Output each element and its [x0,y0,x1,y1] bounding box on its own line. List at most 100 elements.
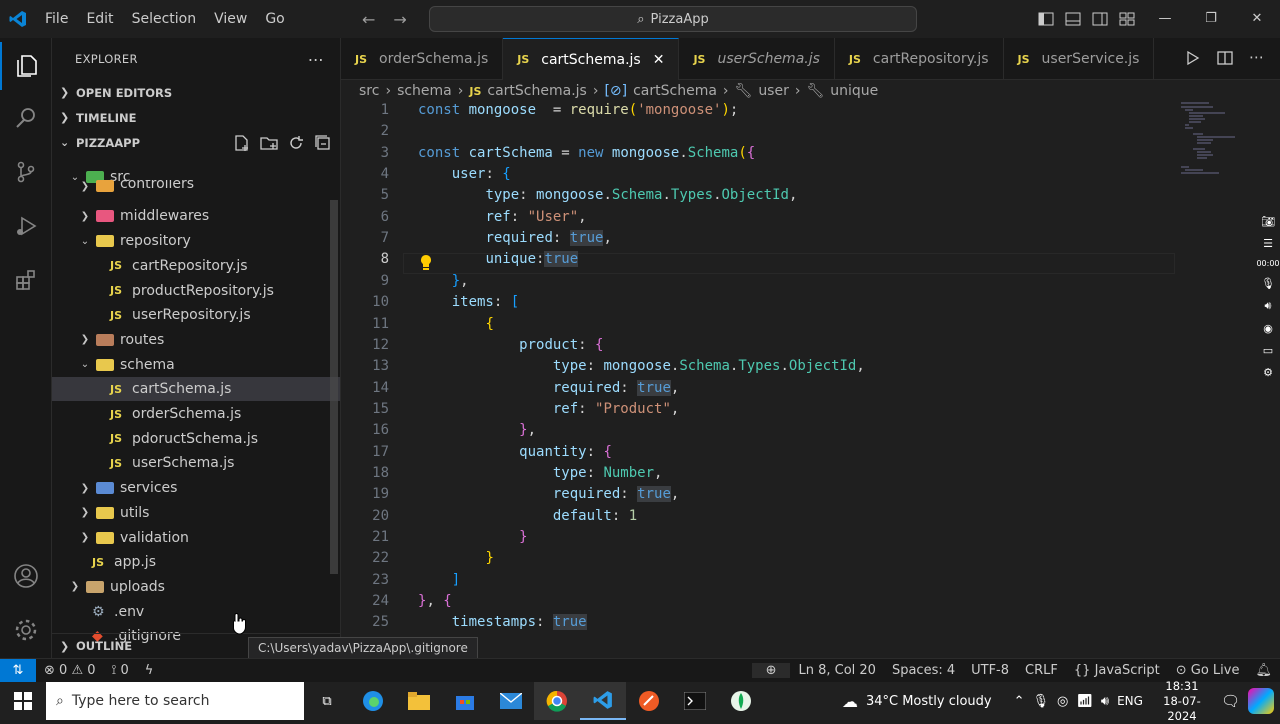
taskbar-search[interactable]: ⌕ Type here to search [46,682,304,720]
code-line[interactable]: } [418,529,527,545]
input-language[interactable]: ENG [1117,694,1143,708]
menu-icon[interactable]: ☰ [1263,237,1273,250]
notifications-icon[interactable]: 🔔︎ [1247,663,1280,678]
tree-item[interactable]: ⌄ schema [52,353,340,377]
close-window-icon[interactable]: ✕ [1234,0,1280,38]
forward-arrow-icon[interactable]: → [393,10,406,29]
code-line[interactable]: { [418,316,493,332]
windows-start-icon[interactable] [0,682,46,720]
tab-user-schema[interactable]: JS userSchema.js [679,38,835,80]
more-actions-icon[interactable]: ⋯ [308,50,324,69]
new-folder-icon[interactable] [260,134,278,152]
customize-layout-icon[interactable] [1119,11,1135,27]
toggle-primary-sidebar-icon[interactable] [1038,11,1054,27]
chevron-up-icon[interactable]: ⌃ [1014,694,1025,709]
chrome-icon[interactable] [534,682,580,720]
microphone-tray-icon[interactable]: 🎙︎ [1033,694,1050,709]
tab-cart-repository[interactable]: JS cartRepository.js [835,38,1004,80]
code-line[interactable]: ref: "Product", [418,401,679,417]
breadcrumb-item[interactable]: schema [397,83,452,99]
weather-text[interactable]: 34°C Mostly cloudy [866,694,992,709]
terminal-icon[interactable] [672,682,718,720]
split-editor-icon[interactable] [1217,50,1233,66]
ports-indicator[interactable]: ⟟ 0 [104,663,137,678]
tree-item[interactable]: ❯ utils [52,501,340,525]
mail-icon[interactable] [488,682,534,720]
code-line[interactable]: quantity: { [418,444,612,460]
cursor-position[interactable]: Ln 8, Col 20 [790,663,883,678]
volume-icon[interactable]: 🔊︎ [1101,694,1109,709]
clock[interactable]: 18:31 18-07-2024 [1151,679,1213,724]
wifi-icon[interactable]: 📶︎ [1076,694,1093,709]
remote-indicator-icon[interactable]: ⇅ [0,658,36,683]
more-actions-icon[interactable]: ⋯ [1249,50,1264,66]
code-line[interactable]: required: true, [418,486,679,503]
tree-item[interactable]: ❯ routes [52,328,340,352]
end-of-line[interactable]: CRLF [1017,663,1066,678]
breadcrumb-item[interactable]: src [359,83,379,99]
code-editor[interactable]: src › schema › JS cartSchema.js › [⊘] cartSch… [341,80,1280,658]
webcam-icon[interactable]: ◉ [1263,322,1273,335]
refresh-icon[interactable] [287,134,305,152]
tree-item[interactable]: ❯ middlewares [52,204,340,228]
code-line[interactable]: const mongoose = require('mongoose'); [418,102,738,118]
mongodb-compass-icon[interactable] [718,682,764,720]
tab-user-service[interactable]: JS userService.js [1004,38,1155,80]
code-line[interactable]: ] [418,572,460,588]
tree-item[interactable]: ❯ uploads [52,575,340,599]
minimap[interactable] [1179,100,1279,180]
code-line[interactable]: unique:true [418,251,579,268]
task-view-icon[interactable]: ⧉ [304,682,350,720]
code-line[interactable]: } [418,550,493,566]
code-line[interactable]: items: [ [418,294,519,310]
toggle-panel-icon[interactable] [1065,11,1081,27]
breadcrumb-item[interactable]: cartSchema.js [487,83,586,99]
restore-icon[interactable]: ❐ [1188,0,1234,38]
notification-center-icon[interactable]: 🗨︎ [1221,692,1240,710]
timeline-section[interactable]: ❯ TIMELINE [52,105,340,130]
close-tab-icon[interactable]: ✕ [653,52,665,68]
settings-gear-icon[interactable]: ⚙ [1263,366,1273,379]
lightning-icon[interactable]: ϟ [137,663,162,678]
speaker-icon[interactable]: 🔊︎ [1265,299,1272,313]
tree-item[interactable]: JS userSchema.js [52,451,340,475]
project-section[interactable]: ⌄ PIZZAAPP [52,130,340,155]
search-sidebar-icon[interactable] [0,94,52,142]
code-line[interactable]: ref: "User", [418,209,586,225]
microsoft-store-icon[interactable] [442,682,488,720]
code-line[interactable]: }, { [418,593,452,609]
tree-item[interactable]: JS pdoructSchema.js [52,427,340,451]
language-mode[interactable]: {} JavaScript [1066,663,1168,678]
tree-item[interactable]: JS cartSchema.js [52,377,340,402]
run-debug-icon[interactable] [0,202,52,250]
code-line[interactable]: type: mongoose.Schema.Types.ObjectId, [418,187,797,203]
go-live-button[interactable]: ⊙ Go Live [1168,663,1248,678]
code-line[interactable]: user: { [418,166,511,182]
postman-icon[interactable] [626,682,672,720]
accounts-icon[interactable] [0,552,52,600]
menu-selection[interactable]: Selection [123,0,206,38]
back-arrow-icon[interactable]: ← [362,10,375,29]
encoding[interactable]: UTF-8 [963,663,1017,678]
menu-go[interactable]: Go [256,0,293,38]
breadcrumb-item[interactable]: unique [830,83,878,99]
extensions-icon[interactable] [0,256,52,304]
tree-item[interactable]: ❯ controllers [52,179,340,192]
file-explorer-icon[interactable] [396,682,442,720]
menu-edit[interactable]: Edit [77,0,122,38]
source-control-icon[interactable] [0,148,52,196]
code-line[interactable]: }, [418,422,536,438]
lightbulb-icon[interactable] [418,254,434,276]
code-line[interactable]: required: true, [418,230,612,247]
problems-indicator[interactable]: ⊗ 0 ⚠ 0 [36,663,104,678]
tree-item[interactable]: JS cartRepository.js [52,254,340,278]
code-line[interactable]: type: mongoose.Schema.Types.ObjectId, [418,358,865,374]
tab-order-schema[interactable]: JS orderSchema.js [341,38,504,80]
breadcrumb-item[interactable]: cartSchema [633,83,717,99]
tree-item[interactable]: JS orderSchema.js [52,402,340,426]
microphone-icon[interactable]: 🎙︎ [1261,277,1275,290]
camera-tray-icon[interactable]: ◎ [1057,694,1068,709]
sidebar-scrollbar[interactable] [330,200,338,574]
toggle-secondary-sidebar-icon[interactable] [1092,11,1108,27]
minimize-icon[interactable]: — [1142,0,1188,38]
